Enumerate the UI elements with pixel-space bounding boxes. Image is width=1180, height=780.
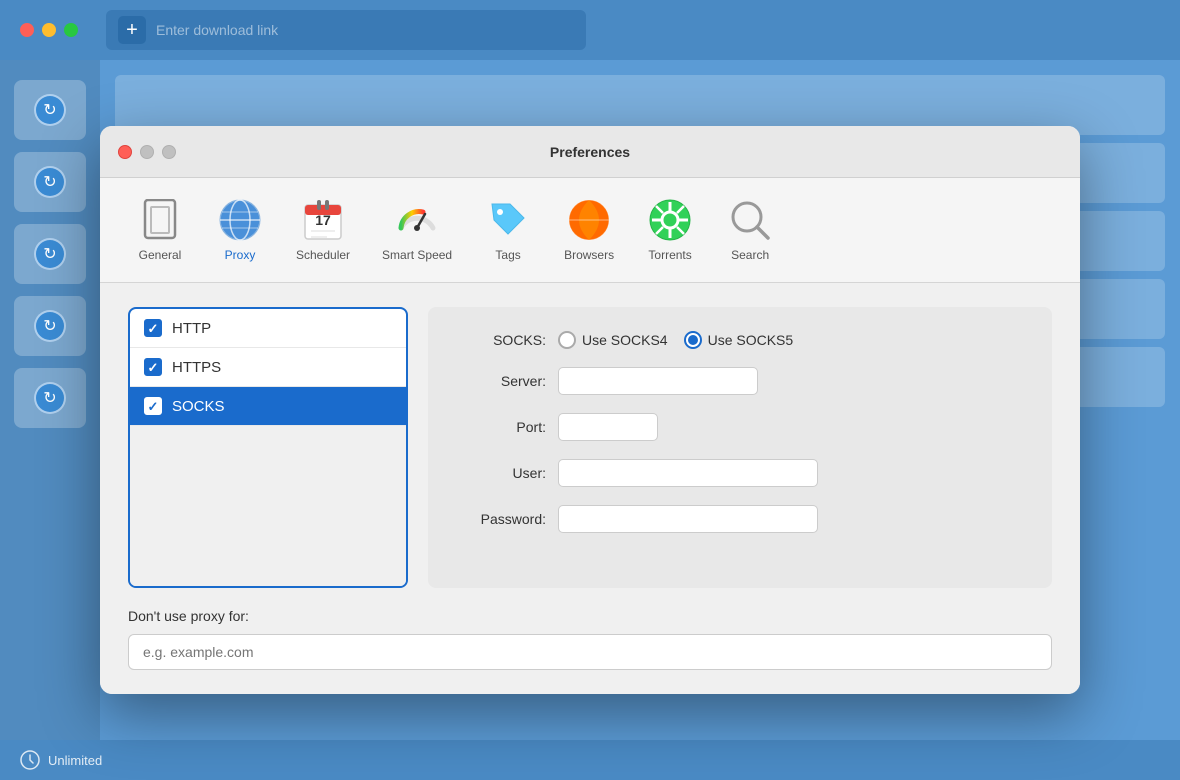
port-label: Port: [456, 419, 546, 435]
socks5-option[interactable]: Use SOCKS5 [684, 331, 794, 349]
exclusion-section: Don't use proxy for: [128, 608, 1052, 670]
password-input[interactable] [558, 505, 818, 533]
https-checkbox[interactable]: ✓ [144, 358, 162, 376]
server-input[interactable] [558, 367, 758, 395]
smart-speed-icon-svg [395, 198, 439, 242]
smart-speed-label: Smart Speed [382, 248, 452, 262]
modal-overlay: Preferences General [0, 0, 1180, 780]
tab-smart-speed[interactable]: Smart Speed [366, 190, 468, 270]
browsers-icon-svg [567, 198, 611, 242]
torrents-icon [648, 198, 692, 242]
socks5-label: Use SOCKS5 [708, 332, 794, 348]
tags-icon-svg [486, 198, 530, 242]
tab-general[interactable]: General [120, 190, 200, 270]
socks-type-row: SOCKS: Use SOCKS4 Use SOCKS5 [456, 331, 1024, 349]
proxy-icon-svg [218, 198, 262, 242]
http-checkbox[interactable]: ✓ [144, 319, 162, 337]
user-label: User: [456, 465, 546, 481]
socks4-radio[interactable] [558, 331, 576, 349]
tab-search[interactable]: Search [710, 190, 790, 270]
port-input[interactable] [558, 413, 658, 441]
socks-settings-panel: SOCKS: Use SOCKS4 Use SOCKS5 [428, 307, 1052, 588]
tags-label: Tags [495, 248, 520, 262]
torrents-label: Torrents [648, 248, 691, 262]
socks-label: SOCKS [172, 398, 225, 415]
tab-scheduler[interactable]: 17 Scheduler [280, 190, 366, 270]
socks5-radio-fill [688, 335, 698, 345]
http-label: HTTP [172, 320, 211, 337]
search-label: Search [731, 248, 769, 262]
general-icon [138, 198, 182, 242]
port-row: Port: [456, 413, 1024, 441]
socks5-radio[interactable] [684, 331, 702, 349]
socks-type-label: SOCKS: [456, 332, 546, 348]
proxy-label: Proxy [225, 248, 256, 262]
proxy-item-http[interactable]: ✓ HTTP [130, 309, 406, 348]
svg-text:17: 17 [315, 212, 331, 228]
scheduler-label: Scheduler [296, 248, 350, 262]
user-row: User: [456, 459, 1024, 487]
password-row: Password: [456, 505, 1024, 533]
socks4-label: Use SOCKS4 [582, 332, 668, 348]
general-label: General [139, 248, 182, 262]
search-icon [728, 198, 772, 242]
modal-traffic-lights [118, 145, 176, 159]
browsers-label: Browsers [564, 248, 614, 262]
modal-titlebar: Preferences [100, 126, 1080, 178]
server-label: Server: [456, 373, 546, 389]
smart-speed-icon [395, 198, 439, 242]
tab-proxy[interactable]: Proxy [200, 190, 280, 270]
search-icon-svg [728, 198, 772, 242]
tab-torrents[interactable]: Torrents [630, 190, 710, 270]
modal-maximize-button[interactable] [162, 145, 176, 159]
socks4-option[interactable]: Use SOCKS4 [558, 331, 668, 349]
proxy-list-empty-area [130, 426, 406, 586]
modal-title: Preferences [550, 144, 630, 160]
modal-minimize-button[interactable] [140, 145, 154, 159]
browsers-icon [567, 198, 611, 242]
preferences-toolbar: General Proxy [100, 178, 1080, 283]
proxy-list-panel: ✓ HTTP ✓ HTTPS ✓ SOCKS [128, 307, 408, 588]
proxy-icon [218, 198, 262, 242]
proxy-item-https[interactable]: ✓ HTTPS [130, 348, 406, 387]
preferences-modal: Preferences General [100, 126, 1080, 694]
socks-checkbox[interactable]: ✓ [144, 397, 162, 415]
content-row: ✓ HTTP ✓ HTTPS ✓ SOCKS [128, 307, 1052, 588]
https-label: HTTPS [172, 359, 221, 376]
exclusion-label: Don't use proxy for: [128, 608, 1052, 624]
scheduler-icon-svg: 17 [303, 199, 343, 241]
exclusion-input[interactable] [128, 634, 1052, 670]
modal-content: ✓ HTTP ✓ HTTPS ✓ SOCKS [100, 283, 1080, 694]
socks-radio-group: Use SOCKS4 Use SOCKS5 [558, 331, 793, 349]
tab-browsers[interactable]: Browsers [548, 190, 630, 270]
password-label: Password: [456, 511, 546, 527]
server-row: Server: [456, 367, 1024, 395]
torrents-icon-svg [648, 198, 692, 242]
proxy-item-socks[interactable]: ✓ SOCKS [130, 387, 406, 426]
https-check-mark: ✓ [148, 361, 159, 374]
http-check-mark: ✓ [148, 322, 159, 335]
tags-icon [486, 198, 530, 242]
general-icon-svg [142, 199, 178, 241]
modal-close-button[interactable] [118, 145, 132, 159]
scheduler-icon: 17 [301, 198, 345, 242]
tab-tags[interactable]: Tags [468, 190, 548, 270]
socks-check-mark: ✓ [148, 400, 159, 413]
user-input[interactable] [558, 459, 818, 487]
